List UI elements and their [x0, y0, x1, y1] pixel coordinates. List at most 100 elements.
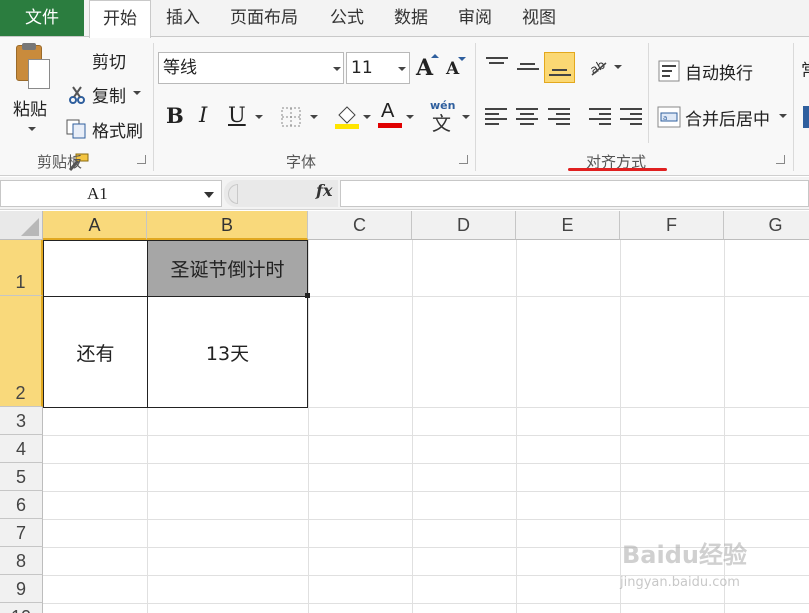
- bold-button[interactable]: B: [166, 103, 184, 128]
- cell-b1[interactable]: 圣诞节倒计时: [147, 240, 308, 297]
- tab-home[interactable]: 开始: [89, 0, 151, 38]
- align-bottom-button[interactable]: [544, 52, 575, 83]
- tab-formulas[interactable]: 公式: [330, 0, 364, 36]
- align-top-icon[interactable]: [486, 57, 508, 67]
- row-header-2[interactable]: 2: [0, 296, 43, 407]
- formula-bar: A1 fx: [0, 177, 809, 210]
- scissors-icon[interactable]: [68, 85, 86, 105]
- group-divider: [648, 43, 649, 143]
- column-header-g[interactable]: G: [724, 211, 809, 240]
- clipboard-launcher-icon[interactable]: [137, 155, 146, 164]
- cell-b1-text: 圣诞节倒计时: [170, 259, 285, 281]
- wrap-text-icon[interactable]: [658, 60, 680, 82]
- row-number: 3: [15, 411, 26, 431]
- fill-handle[interactable]: [305, 293, 310, 298]
- column-header-e[interactable]: E: [516, 211, 620, 240]
- row-header-10[interactable]: 10: [0, 603, 43, 613]
- row-header-6[interactable]: 6: [0, 491, 43, 519]
- group-divider: [793, 43, 794, 171]
- font-launcher-icon[interactable]: [459, 155, 468, 164]
- menu-bar: 文件 开始 插入 页面布局 公式 数据 审阅 视图: [0, 0, 809, 38]
- copy-button[interactable]: 复制: [92, 82, 126, 107]
- align-left-icon[interactable]: [485, 108, 507, 128]
- font-color-icon[interactable]: A: [378, 100, 402, 128]
- gridline: [43, 435, 809, 436]
- row-number: 1: [15, 272, 26, 292]
- column-header-d[interactable]: D: [412, 211, 516, 240]
- row-header-1[interactable]: 1: [0, 240, 43, 296]
- row-number: 9: [15, 579, 26, 599]
- row-header-9[interactable]: 9: [0, 575, 43, 603]
- svg-text:a: a: [663, 114, 667, 122]
- format-painter-button[interactable]: 格式刷: [92, 117, 143, 142]
- tab-review[interactable]: 审阅: [458, 0, 492, 36]
- cell-b2[interactable]: 13天: [147, 296, 308, 408]
- tab-data[interactable]: 数据: [394, 0, 428, 36]
- border-dropdown-icon[interactable]: [310, 115, 318, 119]
- font-color-dropdown-icon[interactable]: [406, 115, 414, 119]
- merge-center-icon[interactable]: a: [657, 106, 681, 128]
- cell-a2[interactable]: 还有: [43, 296, 148, 408]
- paste-button[interactable]: 粘贴: [13, 95, 47, 120]
- row-header-4[interactable]: 4: [0, 435, 43, 463]
- orientation-icon[interactable]: ab: [588, 57, 612, 77]
- file-tab[interactable]: 文件: [0, 0, 84, 36]
- font-color-letter: A: [381, 100, 395, 122]
- paste-icon[interactable]: [10, 43, 54, 93]
- number-format-icon[interactable]: [803, 106, 809, 128]
- cut-button[interactable]: 剪切: [92, 48, 126, 73]
- row-number: 6: [15, 495, 26, 515]
- tab-view[interactable]: 视图: [522, 0, 556, 36]
- tab-page-layout[interactable]: 页面布局: [230, 0, 298, 36]
- insert-function-icon[interactable]: fx: [316, 181, 332, 200]
- gridline: [43, 463, 809, 464]
- font-name-combo[interactable]: 等线: [158, 52, 344, 84]
- paste-dropdown-icon[interactable]: [28, 127, 36, 131]
- merge-center-button[interactable]: 合并后居中: [685, 105, 770, 130]
- fill-color-icon[interactable]: [335, 103, 359, 129]
- font-name-dropdown-icon[interactable]: [333, 67, 341, 71]
- column-header-b[interactable]: B: [147, 211, 308, 240]
- grow-font-icon[interactable]: A: [416, 55, 433, 81]
- gridline: [43, 491, 809, 492]
- underline-button[interactable]: U: [228, 103, 246, 127]
- row-number: 8: [15, 551, 26, 571]
- watermark-brand: Baidu经验: [622, 541, 747, 569]
- decrease-indent-icon[interactable]: [589, 108, 611, 128]
- italic-button[interactable]: I: [199, 103, 207, 127]
- number-format-partial[interactable]: 常: [801, 56, 809, 81]
- name-box-dropdown-icon[interactable]: [204, 192, 214, 198]
- alignment-launcher-icon[interactable]: [776, 155, 785, 164]
- font-size-dropdown-icon[interactable]: [398, 67, 406, 71]
- align-middle-icon[interactable]: [517, 63, 539, 73]
- row-header-5[interactable]: 5: [0, 463, 43, 491]
- row-number: 7: [15, 523, 26, 543]
- orientation-dropdown-icon[interactable]: [614, 65, 622, 69]
- row-header-7[interactable]: 7: [0, 519, 43, 547]
- tab-insert[interactable]: 插入: [166, 0, 200, 36]
- formula-input[interactable]: [340, 180, 809, 207]
- shrink-font-icon[interactable]: A: [446, 59, 459, 79]
- underline-dropdown-icon[interactable]: [255, 115, 263, 119]
- row-header-8[interactable]: 8: [0, 547, 43, 575]
- column-header-c[interactable]: C: [308, 211, 412, 240]
- align-right-icon[interactable]: [548, 108, 570, 128]
- row-number: 2: [15, 383, 26, 403]
- increase-indent-icon[interactable]: [620, 108, 642, 128]
- column-header-a[interactable]: A: [43, 211, 147, 240]
- wrap-text-button[interactable]: 自动换行: [685, 59, 753, 84]
- row-header-3[interactable]: 3: [0, 407, 43, 435]
- fill-color-dropdown-icon[interactable]: [363, 115, 371, 119]
- merge-center-dropdown-icon[interactable]: [779, 114, 787, 118]
- name-box[interactable]: A1: [0, 180, 222, 207]
- select-all-button[interactable]: [0, 211, 43, 240]
- column-header-f[interactable]: F: [620, 211, 724, 240]
- phonetic-dropdown-icon[interactable]: [462, 115, 470, 119]
- copy-icon[interactable]: [66, 119, 88, 139]
- cell-a1[interactable]: [43, 240, 148, 297]
- phonetic-guide-icon[interactable]: wén 文: [430, 99, 460, 135]
- align-center-icon[interactable]: [516, 108, 538, 128]
- copy-dropdown-icon[interactable]: [133, 91, 141, 95]
- font-size-value: 11: [351, 58, 373, 78]
- border-icon[interactable]: [281, 107, 303, 127]
